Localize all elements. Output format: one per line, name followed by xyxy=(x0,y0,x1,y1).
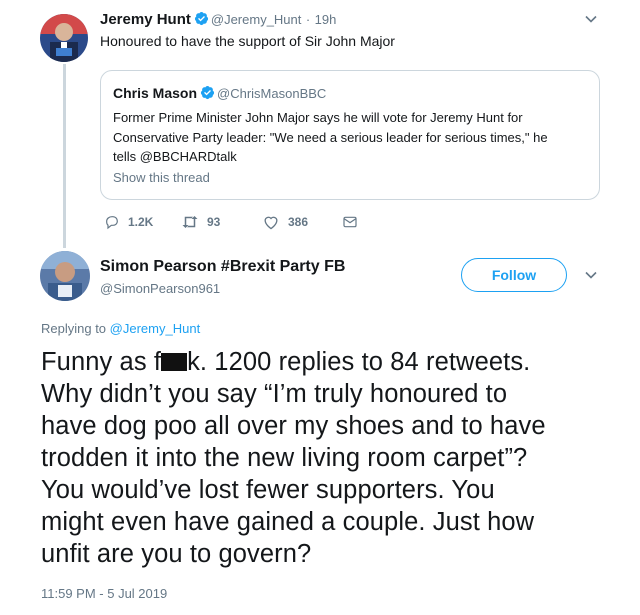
reply-count: 1.2K xyxy=(128,215,154,229)
reply-text-line: You would’ve lost fewer supporters. You xyxy=(41,476,495,504)
quoted-text-line: tells @BBCHARDtalk xyxy=(113,149,237,164)
reply-action[interactable]: 1.2K xyxy=(104,214,153,230)
reply-text-line: Funny as f k. 1200 replies to 84 retweets… xyxy=(41,346,611,378)
envelope-icon xyxy=(343,216,357,228)
quoted-author-name: Chris Mason xyxy=(113,85,198,101)
quoted-author-handle: @ChrisMasonBBC xyxy=(217,86,327,101)
simon-pearson-avatar[interactable] xyxy=(40,251,90,301)
reply-text-line: have dog poo all over my shoes and to ha… xyxy=(41,412,546,440)
tweet-menu-chevron-icon[interactable] xyxy=(584,12,598,29)
heart-icon xyxy=(264,216,278,230)
reply-text-segment: Funny as f xyxy=(41,348,162,376)
tweet-author-name[interactable]: Jeremy Hunt xyxy=(100,11,191,28)
like-count: 386 xyxy=(288,215,309,229)
retweet-action[interactable]: 93 xyxy=(181,214,220,230)
replying-to: Replying to @Jeremy_Hunt xyxy=(41,321,200,336)
tweet-time[interactable]: 19h xyxy=(315,12,337,27)
reply-text: Funny as f k. 1200 replies to 84 retweets… xyxy=(41,346,611,570)
quoted-tweet-header: Chris Mason @ChrisMasonBBC xyxy=(113,85,326,103)
reply-icon xyxy=(106,216,118,230)
quoted-text-line: Conservative Party leader: "We need a se… xyxy=(113,129,548,145)
jeremy-hunt-avatar[interactable] xyxy=(40,14,88,62)
reply-menu-chevron-icon[interactable] xyxy=(584,268,598,285)
tweet-text: Honoured to have the support of Sir John… xyxy=(100,33,395,49)
thread-connector-line xyxy=(63,64,66,248)
retweet-count: 93 xyxy=(207,215,221,229)
tweet-author-handle[interactable]: @Jeremy_Hunt xyxy=(211,12,302,27)
reply-text-line: might even have gained a couple. Just ho… xyxy=(41,508,535,536)
verified-badge-icon xyxy=(194,11,209,26)
tweet-header: Jeremy Hunt @Jeremy_Hunt · 19h xyxy=(100,11,336,29)
follow-button[interactable]: Follow xyxy=(461,258,567,292)
verified-badge-icon xyxy=(200,85,215,100)
quoted-text-line: Former Prime Minister John Major says he… xyxy=(113,110,523,125)
reply-text-line: unfit are you to govern? xyxy=(41,540,312,568)
time-separator: · xyxy=(305,12,311,27)
reply-author-handle[interactable]: @SimonPearson961 xyxy=(100,281,220,296)
avatar-photo xyxy=(40,251,90,301)
reply-text-segment: k. 1200 replies to 84 retweets. xyxy=(187,348,531,376)
direct-message-action[interactable] xyxy=(342,214,366,230)
retweet-icon xyxy=(182,216,198,228)
show-thread-link[interactable]: Show this thread xyxy=(113,170,210,185)
quoted-tweet-text: Former Prime Minister John Major says he… xyxy=(113,108,548,167)
reply-author-name[interactable]: Simon Pearson #Brexit Party FB xyxy=(100,258,345,276)
redaction-block xyxy=(161,353,188,371)
like-action[interactable]: 386 xyxy=(262,214,308,230)
reply-timestamp[interactable]: 11:59 PM - 5 Jul 2019 xyxy=(41,586,167,601)
quoted-tweet-card[interactable]: Chris Mason @ChrisMasonBBC Former Prime M… xyxy=(100,70,600,200)
reply-text-line: trodden it into the new living room carp… xyxy=(41,444,528,472)
replying-to-handle-link[interactable]: @Jeremy_Hunt xyxy=(110,321,201,336)
reply-text-line: Why didn’t you say “I’m truly honoured t… xyxy=(41,380,508,408)
replying-to-prefix: Replying to xyxy=(41,321,107,336)
avatar-photo xyxy=(40,14,88,62)
